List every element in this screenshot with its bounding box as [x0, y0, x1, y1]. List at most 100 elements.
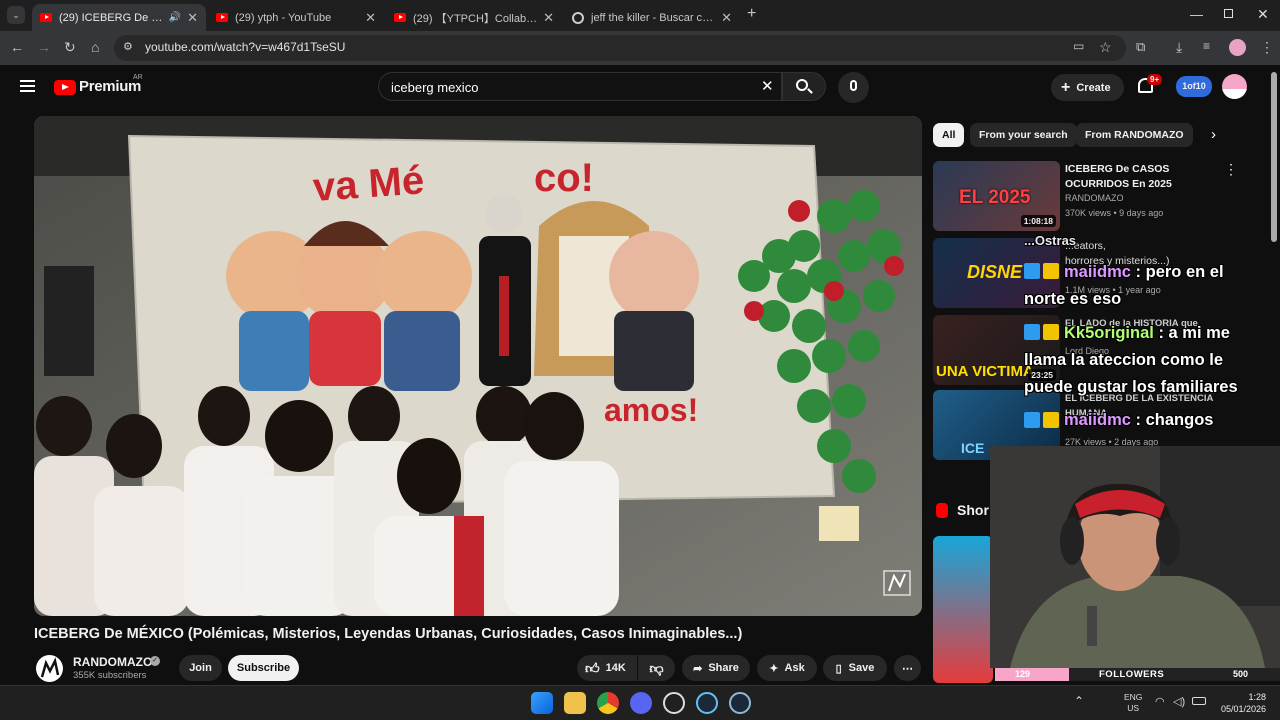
chip-all[interactable]: All — [933, 123, 965, 147]
recommendation-title: ICEBERG De CASOS OCURRIDOS En 2025 — [1065, 163, 1172, 190]
clear-search-icon[interactable]: ✕ — [761, 77, 774, 95]
app-icon[interactable] — [663, 692, 685, 714]
battery-icon[interactable] — [1192, 697, 1206, 705]
more-horizontal-icon: ⋯ — [902, 662, 913, 675]
recommendation-meta: 370K views • 9 days ago — [1065, 208, 1164, 218]
browser-tab-2[interactable]: (29) ytph - YouTube ✕ — [208, 4, 384, 31]
forward-icon[interactable]: → — [37, 39, 51, 55]
close-icon[interactable]: ✕ — [543, 10, 554, 26]
subscriber-count: 355K subscribers — [73, 670, 147, 681]
region-code: AR — [133, 74, 143, 81]
youtube-header: Premium AR iceberg mexico ✕ + Create 9+ … — [0, 65, 1280, 111]
recommendation-item[interactable]: EL 2025 1:08:18 ICEBERG De CASOS OCURRIDO… — [933, 161, 1263, 233]
more-actions-button[interactable]: ⋯ — [894, 655, 921, 681]
followers-progress-fill — [995, 668, 1069, 681]
file-explorer-icon[interactable] — [564, 692, 586, 714]
tab-title: (29) 【YTPCH】Collab Detroit - Yo — [413, 12, 538, 25]
share-arrow-icon: ➦ — [693, 662, 703, 675]
new-tab-button[interactable]: + — [747, 5, 756, 23]
wifi-icon[interactable]: ◠ — [1155, 695, 1165, 708]
followers-goal-bar: 129 FOLLOWERS 500 — [995, 668, 1280, 681]
discord-icon[interactable] — [630, 692, 652, 714]
close-icon[interactable]: ✕ — [365, 10, 376, 26]
google-icon — [572, 11, 584, 24]
thumbnail-text: ICE — [961, 440, 985, 456]
hamburger-menu-icon[interactable] — [20, 80, 35, 92]
steam-icon[interactable] — [696, 692, 718, 714]
search-input[interactable]: iceberg mexico ✕ — [378, 72, 782, 101]
steam-icon-2[interactable] — [729, 692, 751, 714]
browser-tab-4[interactable]: jeff the killer - Buscar con Goog ✕ — [564, 4, 740, 31]
shorts-thumbnail[interactable] — [933, 536, 993, 683]
join-button[interactable]: Join — [179, 655, 222, 681]
download-icon[interactable]: ⤓ — [1176, 39, 1182, 56]
webcam-overlay — [990, 446, 1280, 668]
like-count: 14K — [605, 662, 626, 674]
profile-avatar[interactable] — [1229, 39, 1246, 56]
clock[interactable]: 1:28 05/01/2026 — [1216, 691, 1266, 715]
youtube-logo-text[interactable]: Premium — [79, 78, 141, 95]
chat-message: ...Ostras — [1024, 233, 1077, 248]
close-window-button[interactable]: ✕ — [1257, 6, 1269, 23]
video-thumbnail[interactable]: EL 2025 1:08:18 — [933, 161, 1060, 231]
thumbs-down-icon: 👎︎ — [649, 659, 664, 676]
youtube-logo-icon[interactable] — [54, 80, 76, 95]
voice-search-button[interactable] — [838, 72, 869, 103]
video-player[interactable]: va Mé co! amos! — [34, 116, 922, 616]
extensions-icon[interactable]: ⧉ — [1136, 39, 1145, 55]
browser-tab-3[interactable]: (29) 【YTPCH】Collab Detroit - Yo ✕ — [386, 4, 562, 31]
back-icon[interactable]: ← — [10, 39, 24, 55]
like-button[interactable]: 👍︎ 14K — [577, 655, 637, 681]
reload-icon[interactable]: ↻ — [64, 39, 76, 56]
reading-list-icon[interactable]: ≡ — [1203, 39, 1210, 53]
item-menu-icon[interactable]: ⋮ — [1224, 161, 1238, 178]
chrome-icon[interactable] — [597, 692, 619, 714]
home-icon[interactable]: ⌂ — [91, 39, 99, 55]
chip-from-your-search[interactable]: From your search — [970, 123, 1077, 147]
share-button[interactable]: ➦ Share — [682, 655, 750, 681]
dislike-button[interactable]: 👎︎ — [638, 655, 675, 681]
language-indicator[interactable]: ENG US — [1124, 692, 1142, 714]
search-button[interactable] — [782, 72, 826, 101]
save-label: Save — [848, 662, 875, 674]
page-scrollbar[interactable] — [1271, 72, 1277, 242]
maximize-button[interactable] — [1224, 9, 1233, 18]
chip-from-randomazo[interactable]: From RANDOMAZO — [1076, 123, 1193, 147]
chevron-up-icon[interactable]: ⌃ — [1074, 694, 1084, 708]
browser-toolbar: ← → ↻ ⌂ ⚙ youtube.com/watch?v=w467d1TseS… — [0, 31, 1280, 65]
notification-count-badge: 9+ — [1147, 74, 1163, 85]
followers-label: FOLLOWERS — [1099, 669, 1165, 680]
bookmark-star-icon[interactable]: ☆ — [1099, 39, 1112, 56]
oneof10-extension-button[interactable]: 1of10 — [1176, 76, 1212, 97]
followers-count: 129 — [1015, 669, 1031, 679]
channel-name[interactable]: RANDOMAZO — [73, 655, 152, 669]
banner-text-right: co! — [534, 156, 594, 200]
menu-kebab-icon[interactable]: ⋮ — [1260, 39, 1274, 56]
subscribe-button[interactable]: Subscribe — [228, 655, 299, 681]
tab-title: (29) ICEBERG De MÉXICO (P — [59, 11, 165, 24]
account-avatar[interactable] — [1222, 74, 1247, 99]
search-query[interactable]: iceberg mexico — [391, 80, 478, 95]
streamer-camera-feed — [990, 446, 1280, 668]
volume-icon[interactable]: ◁) — [1173, 695, 1185, 708]
shorts-logo-icon — [936, 503, 948, 518]
url-text[interactable]: youtube.com/watch?v=w467d1TseSU — [145, 40, 345, 54]
site-info-icon[interactable]: ⚙ — [123, 40, 133, 53]
save-button[interactable]: ▯ Save — [823, 655, 887, 681]
windows-start-icon[interactable] — [531, 692, 553, 714]
chat-username: maiidmc — [1064, 263, 1131, 281]
channel-avatar[interactable] — [36, 655, 63, 682]
close-icon[interactable]: ✕ — [721, 10, 732, 26]
ask-label: Ask — [784, 662, 805, 674]
close-icon[interactable]: ✕ — [187, 10, 198, 26]
clock-date: 05/01/2026 — [1220, 704, 1266, 714]
share-label: Share — [708, 662, 739, 674]
install-app-icon[interactable]: ▭ — [1073, 39, 1084, 53]
tab-search-button[interactable]: ⌄ — [7, 6, 25, 24]
speaker-icon[interactable]: 🔊 — [169, 12, 181, 23]
minimize-button[interactable]: — — [1190, 7, 1203, 22]
chevron-right-icon[interactable]: › — [1211, 126, 1216, 143]
ask-button[interactable]: ✦ Ask — [757, 655, 817, 681]
create-button[interactable]: + Create — [1051, 74, 1124, 101]
browser-tab-1[interactable]: (29) ICEBERG De MÉXICO (P 🔊 ✕ — [32, 4, 206, 31]
